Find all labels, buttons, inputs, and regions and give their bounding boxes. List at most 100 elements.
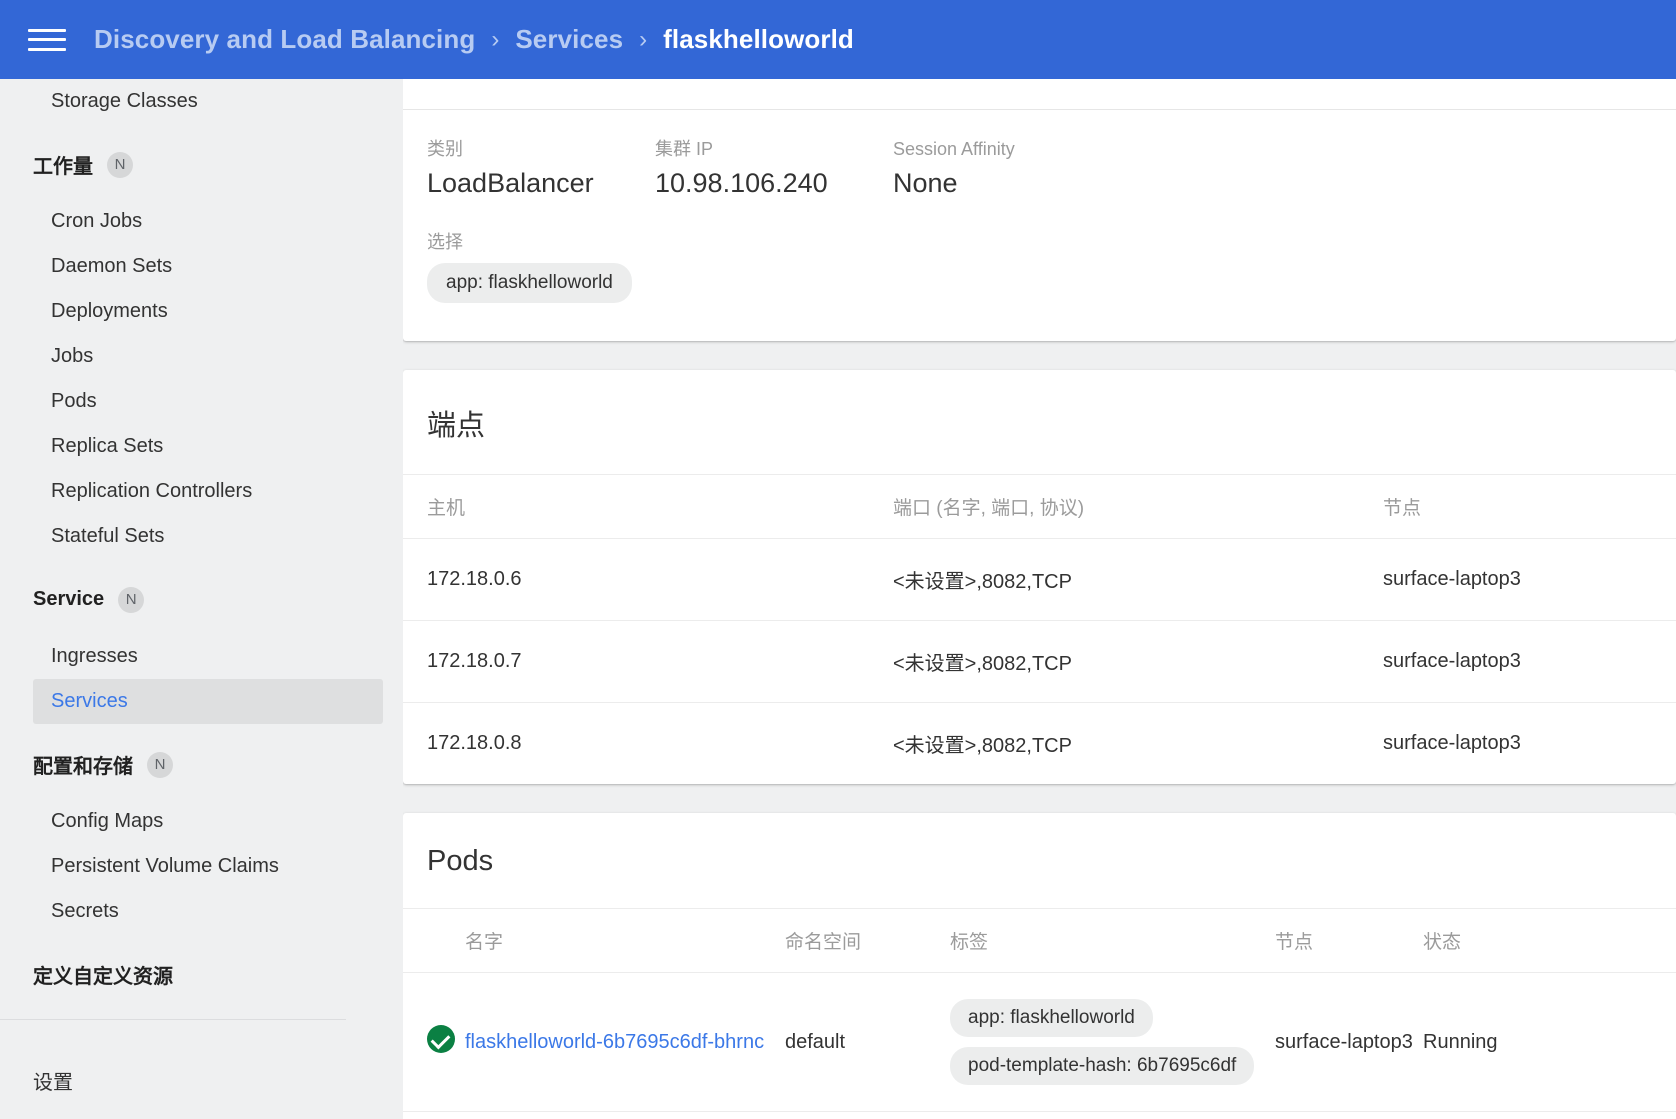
sidebar-group-config-storage[interactable]: 配置和存储 N <box>0 742 403 787</box>
hamburger-bar-1 <box>28 28 66 32</box>
pod-name-link[interactable]: flaskhelloworld-6b7695c6df-bhrnc <box>465 1031 764 1053</box>
hamburger-menu-icon[interactable] <box>28 26 66 54</box>
field-label: Session Affinity <box>893 139 1015 159</box>
table-row[interactable]: flaskhelloworld-6b7695c6df-hptlr default… <box>403 1112 1676 1119</box>
overview-field-row: 类别 LoadBalancer 集群 IP 10.98.106.240 Sess… <box>427 138 1676 201</box>
endpoint-node: surface-laptop3 <box>1383 732 1521 755</box>
sidebar-item-label: 设置 <box>33 1072 73 1094</box>
sidebar-item-deployments[interactable]: Deployments <box>0 289 403 334</box>
pod-status-cell <box>403 972 465 1113</box>
namespace-badge: N <box>107 151 133 178</box>
column-header-name[interactable]: 名字 <box>465 908 785 974</box>
endpoints-table: 主机 端口 (名字, 端口, 协议) 节点 172.18.0.6 <未设置>,8… <box>403 474 1676 784</box>
column-header-host[interactable]: 主机 <box>403 474 893 540</box>
sidebar-item-jobs[interactable]: Jobs <box>0 334 403 379</box>
sidebar-item-persistent-volume-claims[interactable]: Persistent Volume Claims <box>0 844 403 889</box>
table-row[interactable]: 172.18.0.8 <未设置>,8082,TCP surface-laptop… <box>403 703 1676 785</box>
pod-labels-cell: app: flaskhelloworld pod-template-hash: … <box>950 972 1275 1113</box>
endpoint-host: 172.18.0.7 <box>403 620 893 704</box>
table-row[interactable]: 172.18.0.7 <未设置>,8082,TCP surface-laptop… <box>403 620 1676 704</box>
sidebar-item-label: Replica Sets <box>51 435 164 457</box>
breadcrumb-item-discovery[interactable]: Discovery and Load Balancing <box>94 24 475 55</box>
top-app-bar: Discovery and Load Balancing › Services … <box>0 0 1676 79</box>
chevron-right-icon: › <box>491 25 500 53</box>
column-header-node[interactable]: 节点 <box>1275 908 1423 974</box>
main-content: 类别 LoadBalancer 集群 IP 10.98.106.240 Sess… <box>403 79 1676 1119</box>
sidebar-item-cron-jobs[interactable]: Cron Jobs <box>0 199 403 244</box>
column-header-ports[interactable]: 端口 (名字, 端口, 协议) <box>893 474 1383 540</box>
sidebar-item-label: Pods <box>51 390 97 412</box>
column-header-status-icon <box>403 908 465 974</box>
sidebar-item-ingresses[interactable]: Ingresses <box>0 634 403 679</box>
sidebar-item-storage-classes[interactable]: Storage Classes <box>0 79 403 124</box>
service-overview-card: 类别 LoadBalancer 集群 IP 10.98.106.240 Sess… <box>403 79 1676 342</box>
pod-node: surface-laptop3 <box>1275 972 1423 1113</box>
pods-table: 名字 命名空间 标签 节点 状态 flaskhelloworld-6b7695c… <box>403 908 1676 1119</box>
pod-status-cell <box>403 1112 465 1119</box>
sidebar-group-label: 工作量 <box>33 156 93 178</box>
sidebar-list: Storage Classes 工作量 N Cron Jobs Daemon S… <box>0 79 403 1103</box>
sidebar-item-daemon-sets[interactable]: Daemon Sets <box>0 244 403 289</box>
label-chip[interactable]: pod-template-hash: 6b7695c6df <box>950 1047 1255 1086</box>
sidebar-item-label: Daemon Sets <box>51 255 173 277</box>
selector-chip-wrap: app: flaskhelloworld <box>427 262 1676 304</box>
sidebar-item-label: Stateful Sets <box>51 525 165 547</box>
sidebar-group-workloads[interactable]: 工作量 N <box>0 142 403 187</box>
pod-status: Running <box>1423 1112 1676 1119</box>
pod-namespace: default <box>785 1112 950 1119</box>
sidebar-group-service[interactable]: Service N <box>0 577 403 622</box>
overview-field-type: 类别 LoadBalancer <box>427 138 655 201</box>
field-value: None <box>893 168 958 199</box>
breadcrumb-item-current: flaskhelloworld <box>663 24 854 54</box>
pod-node: surface-laptop3 <box>1275 1112 1423 1119</box>
check-circle-icon <box>427 1025 455 1054</box>
table-header-row: 名字 命名空间 标签 节点 状态 <box>403 908 1676 974</box>
column-header-labels[interactable]: 标签 <box>950 908 1275 974</box>
sidebar-item-replica-sets[interactable]: Replica Sets <box>0 424 403 469</box>
sidebar-item-services[interactable]: Services <box>33 679 383 724</box>
endpoint-node: surface-laptop3 <box>1383 620 1676 704</box>
endpoint-host: 172.18.0.6 <box>403 538 893 622</box>
pod-name-cell: flaskhelloworld-6b7695c6df-hptlr <box>465 1112 785 1119</box>
field-label: 类别 <box>427 139 463 159</box>
selector-chip[interactable]: app: flaskhelloworld <box>427 262 632 304</box>
sidebar-item-custom-resource-definitions[interactable]: 定义自定义资源 <box>0 952 403 997</box>
breadcrumb-item-services[interactable]: Services <box>515 24 623 55</box>
sidebar-group-label: 配置和存储 <box>33 756 133 778</box>
sidebar-item-config-maps[interactable]: Config Maps <box>0 799 403 844</box>
sidebar-item-label: Secrets <box>51 900 119 922</box>
sidebar-item-label: Deployments <box>51 300 168 322</box>
chevron-right-icon: › <box>639 25 648 53</box>
sidebar-item-label: Jobs <box>51 345 94 367</box>
overview-field-cluster-ip: 集群 IP 10.98.106.240 <box>655 138 893 201</box>
sidebar-item-settings[interactable]: 设置 <box>0 1058 403 1103</box>
endpoint-ports: <未设置>,8082,TCP <box>893 735 1072 758</box>
column-header-status[interactable]: 状态 <box>1423 908 1676 974</box>
sidebar-item-replication-controllers[interactable]: Replication Controllers <box>0 469 403 514</box>
sidebar-item-label: Config Maps <box>51 810 164 832</box>
endpoints-title: 端点 <box>427 410 486 443</box>
sidebar-item-pods[interactable]: Pods <box>0 379 403 424</box>
field-label: 集群 IP <box>655 139 714 159</box>
label-chip[interactable]: app: flaskhelloworld <box>950 999 1153 1038</box>
table-row[interactable]: 172.18.0.6 <未设置>,8082,TCP surface-laptop… <box>403 538 1676 622</box>
hamburger-bar-2 <box>28 38 66 41</box>
column-header-namespace[interactable]: 命名空间 <box>785 908 950 974</box>
sidebar-item-label: Storage Classes <box>51 90 198 112</box>
pod-name-cell: flaskhelloworld-6b7695c6df-bhrnc <box>465 972 785 1113</box>
overview-field-session-affinity: Session Affinity None <box>893 138 1015 201</box>
sidebar-item-label: Services <box>51 690 128 712</box>
table-row[interactable]: flaskhelloworld-6b7695c6df-bhrnc default… <box>403 972 1676 1113</box>
sidebar-item-secrets[interactable]: Secrets <box>0 889 403 934</box>
pods-title: Pods <box>427 845 494 878</box>
field-value: LoadBalancer <box>427 168 594 199</box>
namespace-badge: N <box>147 751 173 778</box>
sidebar-item-label: Replication Controllers <box>51 480 253 502</box>
column-header-node[interactable]: 节点 <box>1383 474 1676 540</box>
sidebar-item-stateful-sets[interactable]: Stateful Sets <box>0 514 403 559</box>
endpoint-host: 172.18.0.8 <box>427 732 522 755</box>
field-value: 10.98.106.240 <box>655 168 828 199</box>
